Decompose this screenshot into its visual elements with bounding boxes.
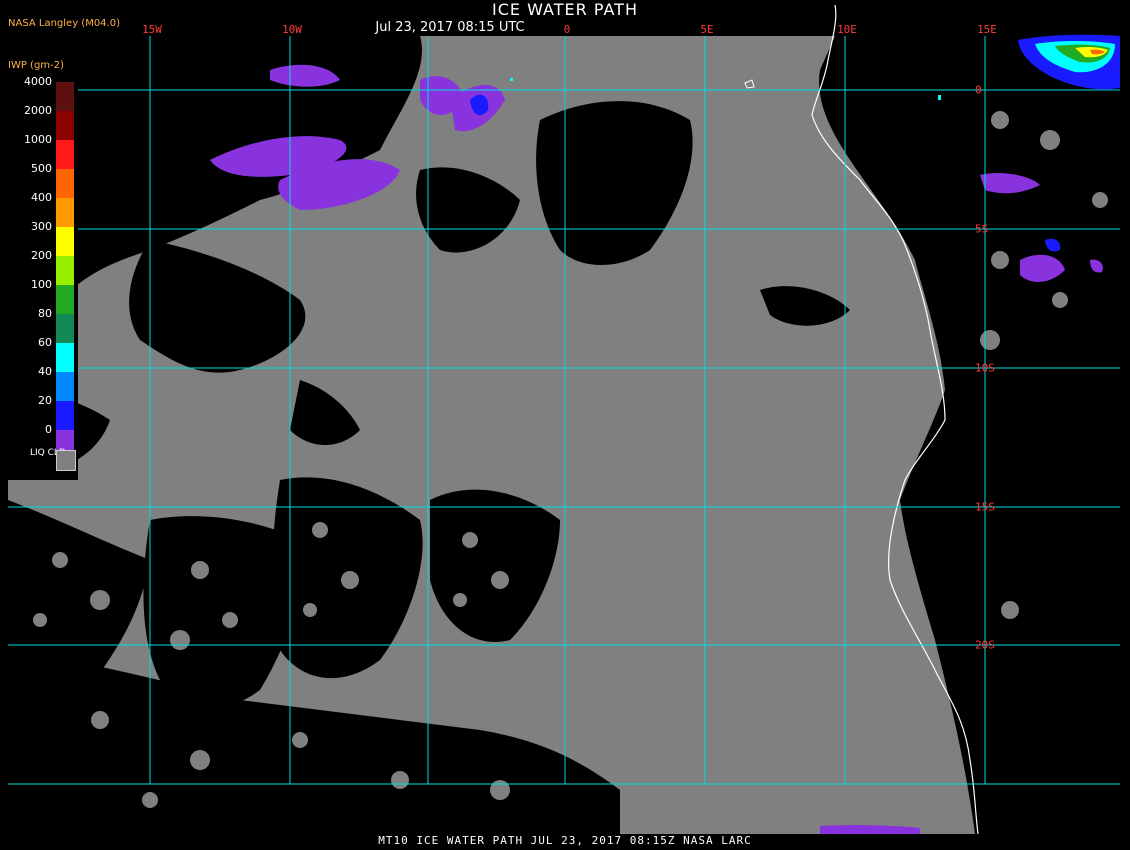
liquid-cloud-swatch — [56, 450, 76, 471]
lon-label-0: 0 — [563, 23, 571, 36]
legend-step-label: 2000 — [24, 104, 52, 117]
lat-label-5S: 5S — [975, 222, 989, 236]
lon-label-15E: 15E — [977, 23, 997, 36]
legend-step: 20 — [8, 394, 78, 430]
legend-step-swatch — [56, 256, 74, 285]
legend-step-label: 60 — [38, 336, 52, 349]
legend-step-label: 300 — [31, 220, 52, 233]
lat-label-0: 0 — [975, 83, 982, 97]
legend-step-swatch — [56, 285, 74, 314]
legend-title: IWP (gm-2) — [8, 60, 64, 71]
legend-step-label: 400 — [31, 191, 52, 204]
credit-label: NASA Langley (M04.0) — [8, 18, 120, 29]
legend-step-swatch — [56, 314, 74, 343]
legend-step-swatch — [56, 82, 74, 111]
legend-step-swatch — [56, 343, 74, 372]
legend-step-swatch — [56, 169, 74, 198]
satellite-map — [0, 0, 1130, 850]
lon-label-5E: 5E — [700, 23, 714, 36]
lat-label-10S: 10S — [975, 361, 995, 375]
legend-step-swatch — [56, 140, 74, 169]
legend-step-label: 200 — [31, 249, 52, 262]
lon-label-10W: 10W — [282, 23, 302, 36]
color-legend: IWP (gm-2) 4000 2000 1000 500 400 300 200 100 80… — [8, 60, 78, 480]
legend-step-swatch — [56, 372, 74, 401]
legend-step-swatch — [56, 111, 74, 140]
lon-label-10E: 10E — [837, 23, 857, 36]
legend-step-label: 20 — [38, 394, 52, 407]
legend-step-label: 4000 — [24, 75, 52, 88]
legend-step-label: 40 — [38, 365, 52, 378]
lat-label-15S: 15S — [975, 500, 995, 514]
legend-step-swatch — [56, 401, 74, 430]
lat-label-20S: 20S — [975, 638, 995, 652]
footer-caption: MT10 ICE WATER PATH JUL 23, 2017 08:15Z … — [378, 834, 752, 847]
lon-label-15W: 15W — [142, 23, 162, 36]
legend-step-label: 80 — [38, 307, 52, 320]
legend-step-label: 1000 — [24, 133, 52, 146]
legend-step-label: 0 — [45, 423, 52, 436]
legend-step-swatch — [56, 198, 74, 227]
legend-step-swatch — [56, 227, 74, 256]
legend-step-label: 500 — [31, 162, 52, 175]
map-title: ICE WATER PATH — [492, 0, 638, 19]
legend-step-label: 100 — [31, 278, 52, 291]
